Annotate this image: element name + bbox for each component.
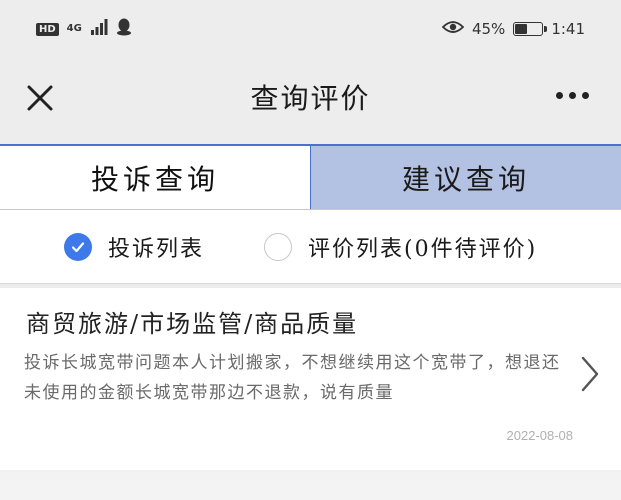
- status-bar: HD 4G 45% 1:41: [0, 0, 621, 58]
- chevron-right-icon[interactable]: [579, 354, 601, 394]
- battery-percent: 45%: [471, 20, 506, 38]
- tab-bar: 投诉查询 建议查询: [0, 144, 621, 210]
- nav-bar: 查询评价: [0, 58, 621, 144]
- radio-unchecked-icon[interactable]: [264, 233, 292, 261]
- item-title: 商贸旅游/市场监管/商品质量: [26, 310, 359, 338]
- tab-complaint-query[interactable]: 投诉查询: [0, 146, 311, 209]
- radio-checked-icon[interactable]: [64, 233, 92, 261]
- more-dot: [569, 92, 576, 99]
- close-icon[interactable]: [22, 80, 58, 116]
- more-dot: [556, 92, 563, 99]
- more-dot: [582, 92, 589, 99]
- item-summary: 投诉长城宽带问题本人计划搬家，不想继续用这个宽带了，想退还未使用的金额长城宽带那…: [24, 353, 561, 403]
- list-item[interactable]: 商贸旅游/市场监管/商品质量 投诉长城宽带问题本人计划搬家，不想继续用这个宽带了…: [0, 288, 621, 470]
- status-left: HD 4G: [36, 18, 132, 40]
- more-icon[interactable]: [556, 92, 589, 99]
- item-date: 2022-08-08: [506, 428, 574, 443]
- battery-charging-icon: [513, 22, 548, 36]
- filter-complaint-list[interactable]: 投诉列表: [64, 210, 204, 284]
- status-right: 45% 1:41: [441, 20, 585, 38]
- qq-icon: [116, 18, 132, 40]
- page-title: 查询评价: [250, 82, 371, 115]
- signal-icon: [90, 19, 108, 39]
- network-label: 4G: [66, 23, 82, 34]
- eye-icon: [441, 20, 465, 38]
- battery-fill: [515, 24, 528, 34]
- filter-label: 评价列表(0件待评价): [308, 237, 538, 262]
- page-bottom: [0, 470, 621, 500]
- hd-badge: HD: [36, 22, 59, 36]
- status-time: 1:41: [551, 20, 585, 38]
- filter-evaluation-list[interactable]: 评价列表(0件待评价): [264, 210, 537, 284]
- filter-row: 投诉列表 评价列表(0件待评价): [0, 210, 621, 284]
- filter-label: 投诉列表: [108, 237, 205, 262]
- tab-suggestion-query[interactable]: 建议查询: [311, 146, 621, 209]
